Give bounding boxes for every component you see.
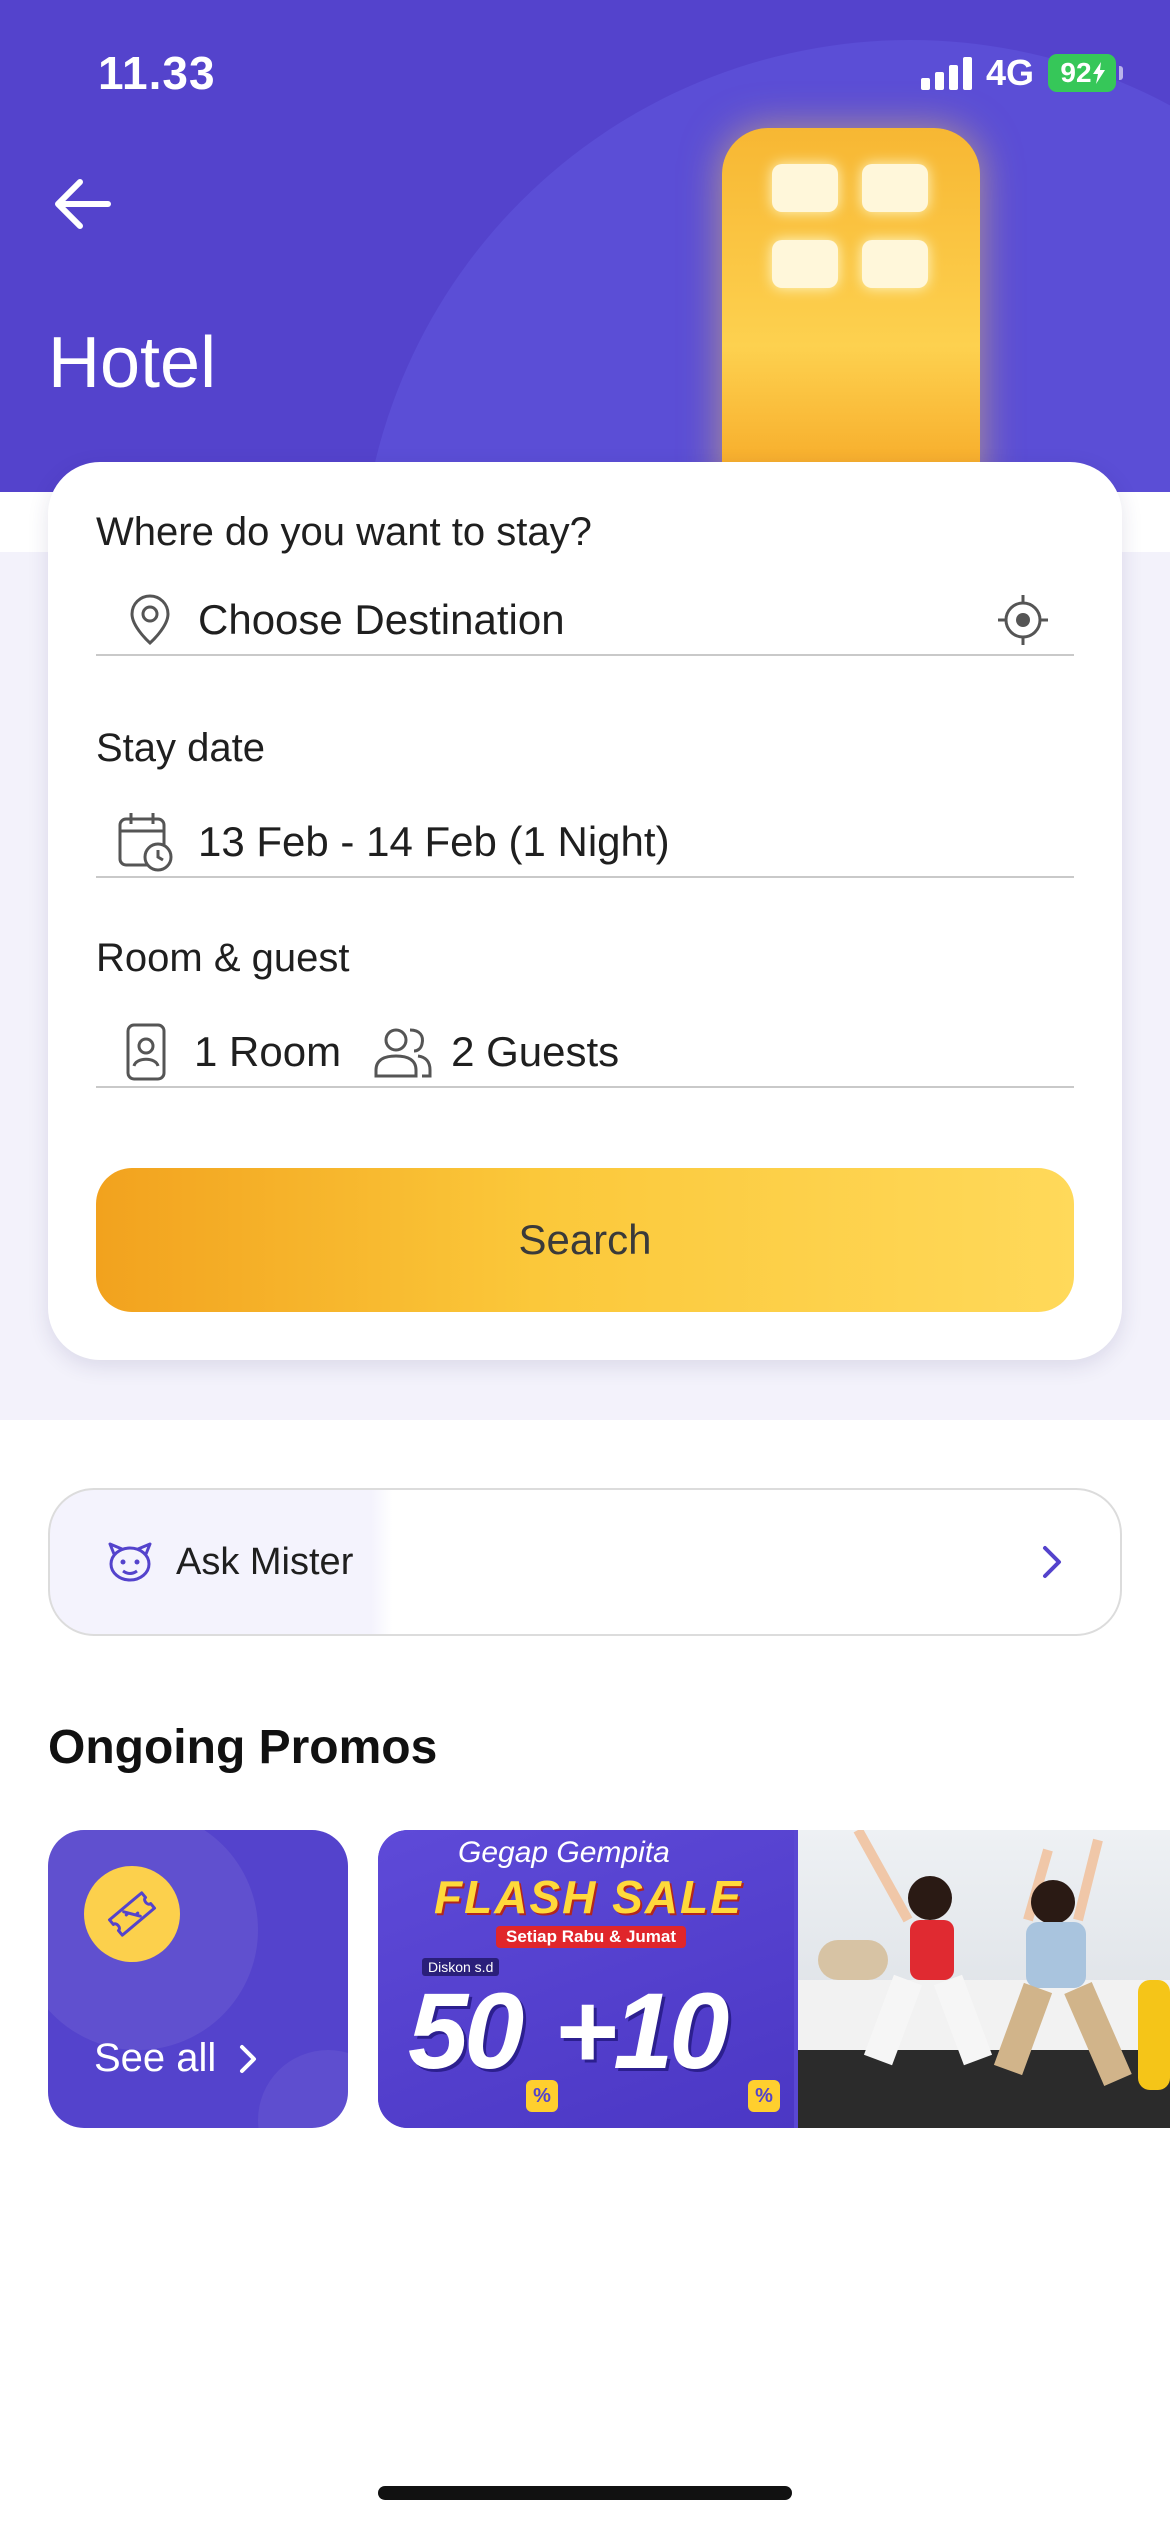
network-type: 4G [985, 52, 1034, 93]
hotel-building-illustration [722, 128, 980, 492]
stay-date-value: 13 Feb - 14 Feb (1 Night) [198, 818, 670, 865]
guests-icon [371, 1024, 435, 1080]
destination-field[interactable]: Choose Destination [96, 586, 1074, 656]
page-title: Hotel [48, 323, 217, 403]
ask-mister-button[interactable]: Ask Mister [48, 1488, 1122, 1636]
promos-section-title: Ongoing Promos [48, 1721, 438, 1774]
destination-label: Where do you want to stay? [96, 510, 592, 554]
room-guest-label: Room & guest [96, 936, 350, 980]
chevron-right-icon [240, 2044, 257, 2073]
battery-level: 92 [1060, 57, 1092, 88]
location-pin-icon [118, 593, 182, 647]
signal-icon [920, 56, 972, 90]
see-all-promos-card[interactable]: See all [48, 1830, 348, 2128]
banner-headline: Gegap Gempita [458, 1836, 670, 1869]
percent-badge: % [526, 2080, 558, 2112]
current-location-icon[interactable] [996, 593, 1050, 647]
stay-date-field[interactable]: 13 Feb - 14 Feb (1 Night) [96, 808, 1074, 878]
ask-mister-label: Ask Mister [176, 1540, 354, 1583]
mister-bot-icon [106, 1540, 154, 1584]
banner-schedule: Setiap Rabu & Jumat [496, 1926, 687, 1948]
chevron-right-icon [1040, 1544, 1064, 1580]
guests-value: 2 Guests [451, 1028, 620, 1075]
battery-icon: 92 [1048, 54, 1123, 92]
room-icon [114, 1022, 178, 1082]
status-indicators: 4G 92 [920, 52, 1123, 94]
room-guest-field[interactable]: 1 Room 2 Guests [96, 1018, 1074, 1088]
see-all-label: See all [94, 2036, 217, 2080]
banner-text-area: Gegap Gempita FLASH SALE Setiap Rabu & J… [378, 1830, 794, 2128]
search-button[interactable]: Search [96, 1168, 1074, 1312]
rooms-value: 1 Room [194, 1028, 342, 1075]
hotel-search-card: Where do you want to stay? Choose Destin… [48, 462, 1122, 1360]
back-arrow-icon[interactable] [48, 168, 128, 238]
percent-badge: % [748, 2080, 780, 2112]
status-time: 11.33 [98, 47, 216, 99]
app-header: 11.33 4G 92 Hotel [0, 0, 1170, 492]
banner-sale-title: FLASH SALE [434, 1871, 743, 1923]
stay-date-label: Stay date [96, 726, 266, 770]
flash-sale-promo-banner[interactable]: Gegap Gempita FLASH SALE Setiap Rabu & J… [378, 1830, 1170, 2128]
banner-discount-value: 50 +10 [408, 1970, 729, 2091]
coupon-icon [84, 1866, 180, 1962]
couple-photo [798, 1830, 1170, 2128]
home-indicator[interactable] [378, 2486, 792, 2500]
calendar-clock-icon [114, 810, 178, 874]
destination-input[interactable]: Choose Destination [198, 596, 565, 644]
see-all-link[interactable]: See all [94, 2036, 258, 2081]
